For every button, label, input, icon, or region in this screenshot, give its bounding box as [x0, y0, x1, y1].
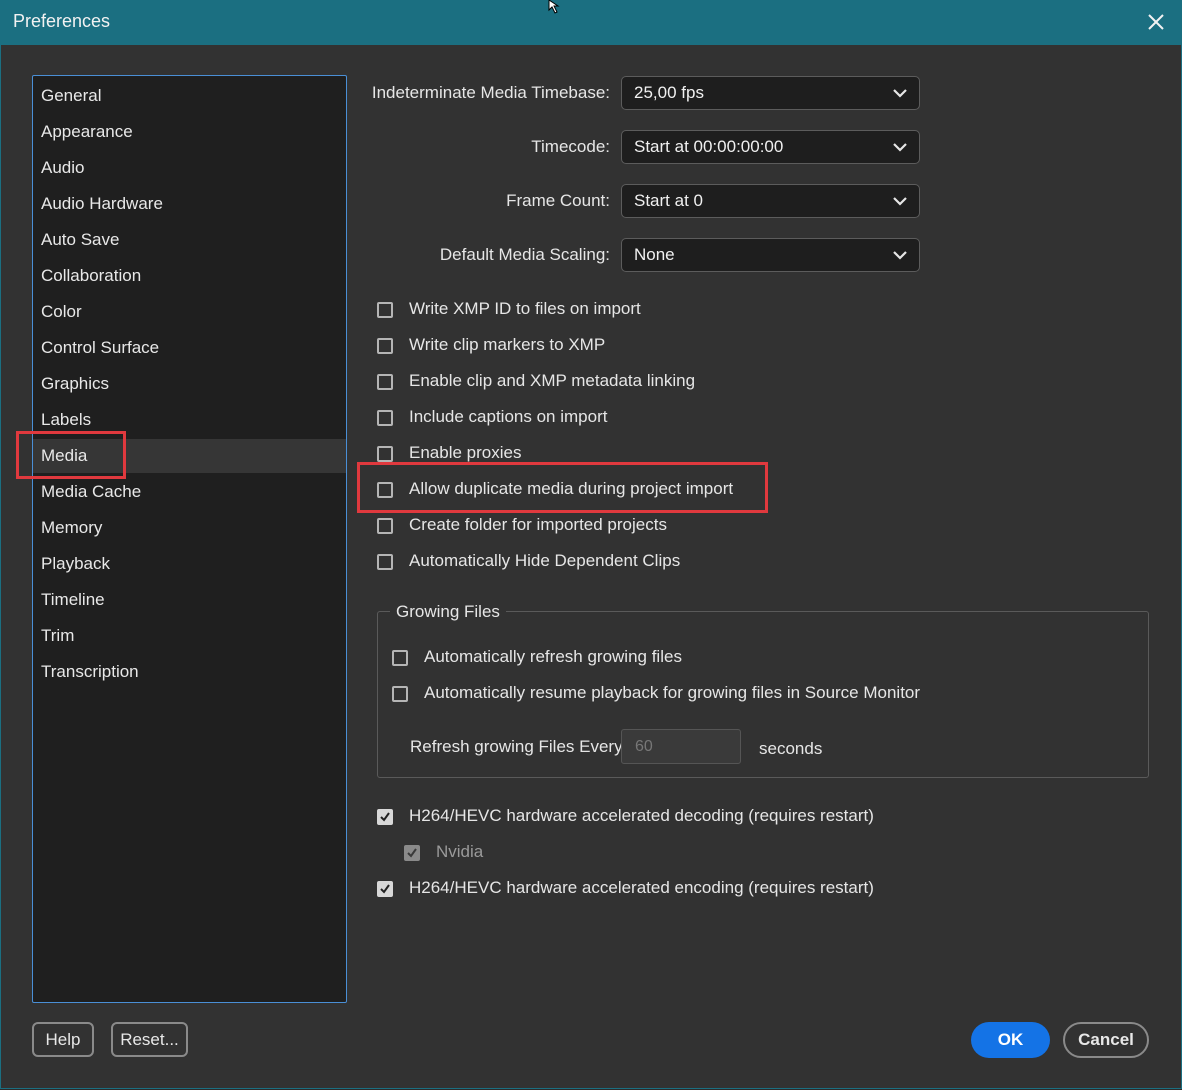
- metadata-linking-checkbox[interactable]: [377, 374, 393, 390]
- frame-count-label: Frame Count:: [506, 191, 610, 210]
- timebase-value: 25,00 fps: [634, 83, 704, 102]
- sidebar-item-auto-save[interactable]: Auto Save: [33, 223, 346, 257]
- resume-playback-checkbox[interactable]: [392, 686, 408, 702]
- duplicate-media-highlight-box: [357, 462, 768, 513]
- include-captions-checkbox[interactable]: [377, 410, 393, 426]
- title-bar: Preferences: [0, 0, 1182, 45]
- timebase-label: Indeterminate Media Timebase:: [371, 83, 610, 102]
- media-scaling-value: None: [634, 245, 675, 264]
- timebase-dropdown[interactable]: 25,00 fps: [621, 76, 920, 110]
- timecode-label: Timecode:: [531, 137, 610, 156]
- sidebar-item-audio-hardware[interactable]: Audio Hardware: [33, 187, 346, 221]
- sidebar-item-trim[interactable]: Trim: [33, 619, 346, 653]
- enable-proxies-checkbox[interactable]: [377, 446, 393, 462]
- frame-count-value: Start at 0: [634, 191, 703, 210]
- media-scaling-dropdown[interactable]: None: [621, 238, 920, 272]
- checkbox-label: Include captions on import: [409, 407, 608, 426]
- write-clip-markers-checkbox[interactable]: [377, 338, 393, 354]
- timecode-dropdown[interactable]: Start at 00:00:00:00: [621, 130, 920, 164]
- refresh-growing-files-checkbox[interactable]: [392, 650, 408, 666]
- checkbox-label: Enable proxies: [409, 443, 522, 462]
- sidebar-item-collaboration[interactable]: Collaboration: [33, 259, 346, 293]
- sidebar-item-graphics[interactable]: Graphics: [33, 367, 346, 401]
- frame-count-dropdown[interactable]: Start at 0: [621, 184, 920, 218]
- hw-encoding-checkbox[interactable]: [377, 881, 393, 897]
- sidebar-item-transcription[interactable]: Transcription: [33, 655, 346, 689]
- refresh-interval-input[interactable]: 60: [621, 729, 741, 764]
- checkbox-label: Automatically refresh growing files: [424, 647, 682, 666]
- sidebar-item-audio[interactable]: Audio: [33, 151, 346, 185]
- sidebar-item-general[interactable]: General: [33, 79, 346, 113]
- checkbox-label: Enable clip and XMP metadata linking: [409, 371, 696, 390]
- sidebar-item-playback[interactable]: Playback: [33, 547, 346, 581]
- checkbox-label: H264/HEVC hardware accelerated decoding …: [409, 806, 874, 825]
- sidebar-item-media-cache[interactable]: Media Cache: [33, 475, 346, 509]
- timecode-value: Start at 00:00:00:00: [634, 137, 784, 156]
- checkbox-label: Automatically resume playback for growin…: [424, 683, 921, 702]
- chevron-down-icon: [893, 143, 907, 152]
- sidebar-item-appearance[interactable]: Appearance: [33, 115, 346, 149]
- window-title: Preferences: [13, 11, 111, 31]
- preferences-category-list: General Appearance Audio Audio Hardware …: [32, 75, 347, 1003]
- checkbox-label: H264/HEVC hardware accelerated encoding …: [409, 878, 874, 897]
- checkbox-label: Automatically Hide Dependent Clips: [409, 551, 681, 570]
- create-folder-checkbox[interactable]: [377, 518, 393, 534]
- chevron-down-icon: [893, 251, 907, 260]
- sidebar-item-control-surface[interactable]: Control Surface: [33, 331, 346, 365]
- sidebar-item-color[interactable]: Color: [33, 295, 346, 329]
- mouse-cursor-icon: [548, 0, 560, 14]
- hw-decoding-checkbox[interactable]: [377, 809, 393, 825]
- checkmark-icon: [380, 884, 390, 894]
- help-button[interactable]: Help: [32, 1022, 94, 1057]
- checkmark-icon: [407, 848, 417, 858]
- checkmark-icon: [380, 812, 390, 822]
- sidebar-item-timeline[interactable]: Timeline: [33, 583, 346, 617]
- cancel-button[interactable]: Cancel: [1063, 1022, 1149, 1058]
- checkbox-label: Write clip markers to XMP: [409, 335, 606, 354]
- checkbox-label: Write XMP ID to files on import: [409, 299, 641, 318]
- media-highlight-box: [16, 431, 126, 479]
- checkbox-label: Nvidia: [436, 842, 484, 861]
- reset-button[interactable]: Reset...: [111, 1022, 188, 1057]
- ok-button[interactable]: OK: [971, 1022, 1050, 1058]
- growing-files-title: Growing Files: [390, 602, 506, 622]
- sidebar-item-memory[interactable]: Memory: [33, 511, 346, 545]
- refresh-every-label: Refresh growing Files Every: [410, 737, 623, 756]
- hide-dependent-clips-checkbox[interactable]: [377, 554, 393, 570]
- seconds-unit-label: seconds: [759, 739, 823, 758]
- chevron-down-icon: [893, 89, 907, 98]
- chevron-down-icon: [893, 197, 907, 206]
- nvidia-checkbox: [404, 845, 420, 861]
- write-xmp-id-checkbox[interactable]: [377, 302, 393, 318]
- checkbox-label: Create folder for imported projects: [409, 515, 667, 534]
- close-icon[interactable]: [1144, 10, 1168, 34]
- media-scaling-label: Default Media Scaling:: [439, 245, 610, 264]
